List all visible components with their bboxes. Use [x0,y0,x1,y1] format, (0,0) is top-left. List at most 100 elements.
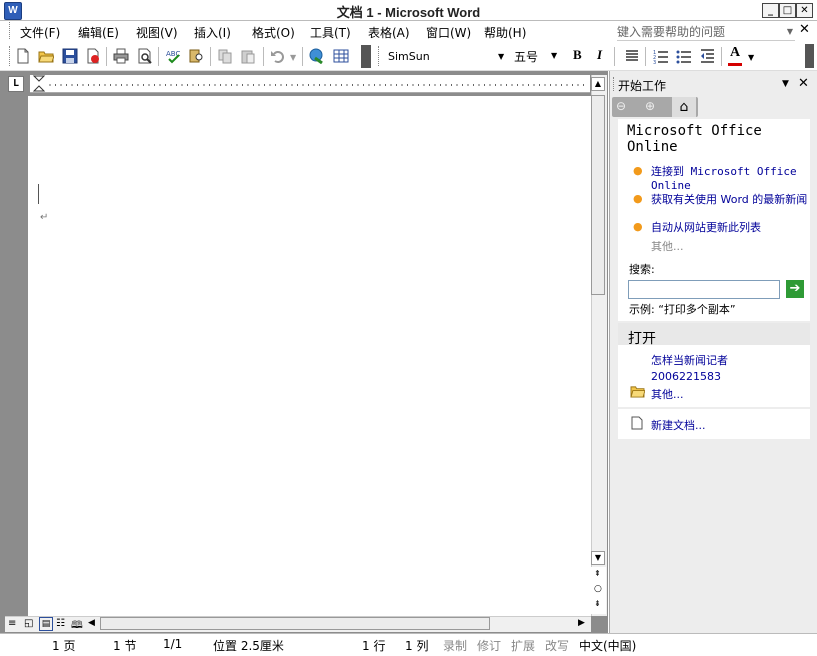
formatting-toolbar: ABC ▼ SimSun ▼ 五号 ▼ B I 123 A ▼ [0,43,817,71]
scroll-right-button[interactable]: ▶ [578,618,585,628]
scroll-left-button[interactable]: ◀ [88,618,95,628]
open-more-link[interactable]: 其他... [651,386,684,402]
open-heading: 打开 [628,331,656,347]
search-label: 搜索: [629,263,655,276]
font-name-select[interactable]: SimSun ▼ [383,46,509,67]
copy-icon[interactable] [217,48,233,64]
toolbar-separator [721,47,722,66]
font-color-dropdown-icon[interactable]: ▼ [748,53,754,62]
task-pane-grip[interactable] [613,77,617,91]
menu-window[interactable]: 窗口(W) [426,24,471,41]
outline-view-icon[interactable]: ☷ [56,618,65,629]
menu-help[interactable]: 帮助(H) [484,24,526,41]
horizontal-ruler[interactable] [30,75,590,93]
minimize-button[interactable]: _ [762,3,779,18]
recent-file-2[interactable]: 2006221583 [651,370,721,383]
toolbar-grip[interactable] [9,46,13,66]
font-color-swatch [728,63,742,66]
hyperlink-icon[interactable] [309,48,325,64]
menu-insert[interactable]: 插入(I) [194,24,231,41]
menu-format[interactable]: 格式(O) [252,24,295,41]
page-top-margin [28,96,591,111]
paragraph-mark-icon: ↵ [40,212,49,223]
help-dropdown-icon[interactable]: ▼ [787,27,793,36]
menu-tools[interactable]: 工具(T) [310,24,351,41]
link-connect-office-online[interactable]: 连接到 Microsoft Office Online [651,163,811,192]
previous-page-icon[interactable]: ⇞ [594,569,601,578]
undo-dropdown-icon[interactable]: ▼ [290,53,296,62]
vertical-ruler [5,96,25,616]
size-dropdown-icon[interactable]: ▼ [551,51,557,60]
menu-table[interactable]: 表格(A) [368,24,410,41]
bullet-icon: ● [633,192,643,205]
toolbar-overflow-icon[interactable] [805,44,814,68]
toolbar-options-icon[interactable] [361,45,371,68]
menu-file[interactable]: 文件(F) [20,24,60,41]
task-pane-menu-icon[interactable]: ▼ [782,79,789,89]
toolbar-separator [210,47,211,66]
research-icon[interactable] [188,48,204,64]
recent-file-1[interactable]: 怎样当新闻记者 [651,352,728,368]
new-document-icon[interactable] [15,48,31,64]
back-icon[interactable]: ⊖ [616,99,626,113]
menu-edit[interactable]: 编辑(E) [78,24,119,41]
toolbar-separator [614,47,615,66]
print-icon[interactable] [113,48,129,64]
scroll-down-button[interactable]: ▼ [591,551,605,565]
select-browse-object-icon[interactable]: ○ [594,584,602,594]
align-justify-icon[interactable] [624,48,640,64]
insert-table-icon[interactable] [333,48,349,64]
new-document-link[interactable]: 新建文档... [651,417,706,433]
close-button[interactable]: ✕ [796,3,813,18]
horizontal-scroll-thumb[interactable] [100,617,490,630]
bullet-icon: ● [633,164,643,177]
status-section: 1 节 [113,639,137,653]
status-track-changes[interactable]: 修订 [477,637,501,654]
close-document-icon[interactable]: ✕ [799,22,810,37]
font-size-select[interactable]: 五号 ▼ [512,46,560,65]
web-layout-icon[interactable]: ◱ [24,618,33,629]
folder-icon [630,386,645,398]
status-overtype[interactable]: 改写 [545,637,569,654]
spelling-icon[interactable]: ABC [165,48,181,64]
status-bar: 1 页 1 节 1/1 位置 2.5厘米 1 行 1 列 录制 修订 扩展 改写… [0,633,817,656]
status-record[interactable]: 录制 [443,637,467,654]
undo-icon[interactable] [270,48,286,64]
paste-icon[interactable] [240,48,256,64]
print-preview-icon[interactable] [137,48,153,64]
help-question-input[interactable]: 键入需要帮助的问题 ▼ [617,23,795,41]
italic-button[interactable]: I [597,47,602,63]
decrease-indent-icon[interactable] [699,48,715,64]
vertical-scroll-thumb[interactable] [591,95,605,295]
search-go-icon[interactable]: ➔ [786,280,804,298]
task-pane-close-icon[interactable]: ✕ [798,76,809,91]
link-more-online[interactable]: 其他... [651,238,684,254]
next-page-icon[interactable]: ⇟ [594,599,601,608]
tab-selector[interactable]: L [8,76,24,92]
home-icon[interactable]: ⌂ [672,97,696,117]
document-page[interactable]: ↵ [28,110,591,616]
office-online-heading: Microsoft Office Online [627,123,762,155]
search-input[interactable] [628,280,780,299]
font-dropdown-icon[interactable]: ▼ [498,52,504,61]
link-auto-update[interactable]: 自动从网站更新此列表 [651,219,811,235]
help-placeholder: 键入需要帮助的问题 [617,25,726,39]
save-icon[interactable] [62,48,78,64]
link-word-news[interactable]: 获取有关使用 Word 的最新新闻 [651,191,811,207]
permission-icon[interactable] [85,48,101,64]
forward-icon[interactable]: ⊕ [645,99,655,113]
bullets-icon[interactable] [676,48,692,64]
scroll-up-button[interactable]: ▲ [591,77,605,91]
open-folder-icon[interactable] [38,48,54,64]
normal-view-icon[interactable]: ≡ [8,618,16,629]
status-extend[interactable]: 扩展 [511,637,535,654]
toolbar-grip[interactable] [378,46,382,66]
numbering-icon[interactable]: 123 [653,48,669,64]
menu-grip[interactable] [9,22,13,39]
maximize-button[interactable]: □ [779,3,796,18]
print-layout-icon[interactable]: ▤ [39,617,53,631]
status-column: 1 列 [405,639,429,653]
font-color-icon[interactable]: A [730,45,740,61]
bold-button[interactable]: B [573,47,582,63]
menu-view[interactable]: 视图(V) [136,24,178,41]
